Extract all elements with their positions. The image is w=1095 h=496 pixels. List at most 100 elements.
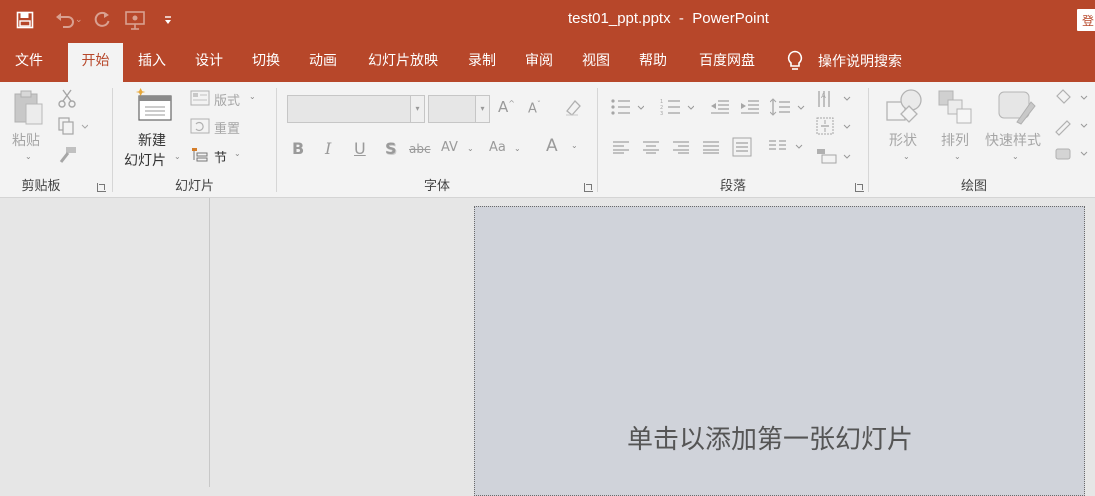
shadow-button[interactable]: S: [385, 139, 397, 158]
tab-insert[interactable]: 插入: [128, 40, 176, 82]
arrange-button[interactable]: 排列: [941, 130, 969, 150]
tab-transitions[interactable]: 切换: [242, 40, 290, 82]
tab-review[interactable]: 审阅: [515, 40, 563, 82]
shape-outline-icon[interactable]: [1053, 116, 1089, 136]
bold-button[interactable]: B: [292, 139, 304, 158]
reset-icon: [190, 118, 210, 138]
tab-animations[interactable]: 动画: [299, 40, 347, 82]
sign-in-button[interactable]: 登: [1077, 9, 1095, 31]
tab-baidu-netdisk[interactable]: 百度网盘: [690, 40, 764, 82]
group-label-paragraph: 段落: [719, 179, 746, 194]
quick-styles-dropdown-icon[interactable]: ⌄: [1012, 152, 1019, 161]
character-spacing-button[interactable]: AV: [441, 140, 458, 155]
font-name-combo[interactable]: ▾: [287, 95, 425, 123]
ribbon-tabs: 文件 开始 插入 设计 切换 动画 幻灯片放映 录制 审阅 视图 帮助 百度网盘…: [0, 40, 1095, 82]
new-slide-icon[interactable]: [135, 88, 175, 126]
ribbon-home: 粘贴 ⌄ 剪贴板 新建 幻灯片 ⌄ 版式 ⌄ 重置 节 ⌄ 幻灯片 ▾ ▾ A^…: [0, 82, 1095, 198]
group-label-clipboard: 剪贴板: [21, 179, 61, 194]
tab-record[interactable]: 录制: [458, 40, 506, 82]
format-painter-icon[interactable]: [58, 146, 78, 168]
paste-icon[interactable]: [12, 88, 46, 130]
new-slide-label-2[interactable]: 幻灯片: [124, 150, 166, 170]
font-dialog-launcher[interactable]: [584, 183, 593, 192]
reset-button[interactable]: 重置: [214, 118, 240, 137]
line-spacing-icon[interactable]: [770, 98, 806, 116]
clear-formatting-icon[interactable]: [563, 97, 583, 121]
slide-canvas[interactable]: 单击以添加第一张幻灯片: [474, 206, 1085, 496]
tab-file[interactable]: 文件: [4, 40, 54, 82]
change-case-button[interactable]: Aa: [489, 140, 506, 155]
shape-fill-icon[interactable]: [1053, 88, 1089, 108]
change-case-dropdown-icon[interactable]: ⌄: [514, 144, 521, 153]
arrange-dropdown-icon[interactable]: ⌄: [954, 152, 961, 161]
shape-effects-icon[interactable]: [1053, 144, 1089, 164]
font-color-dropdown-icon[interactable]: ⌄: [571, 141, 578, 150]
save-icon[interactable]: [12, 7, 38, 33]
group-paragraph: 123 A 段落: [598, 82, 868, 198]
new-slide-label-1[interactable]: 新建: [138, 130, 166, 150]
align-right-icon[interactable]: [672, 140, 690, 154]
text-direction-icon[interactable]: A: [816, 88, 852, 110]
window-title: test01_ppt.pptx - PowerPoint: [568, 10, 769, 27]
group-font: ▾ ▾ A^ Aˇ B I U S abc AV ⌄ Aa ⌄ A ⌄ 字体: [277, 82, 597, 198]
align-left-icon[interactable]: [612, 140, 630, 154]
font-size-combo[interactable]: ▾: [428, 95, 490, 123]
underline-button[interactable]: U: [354, 139, 366, 158]
cut-icon[interactable]: [58, 89, 76, 113]
tab-help[interactable]: 帮助: [629, 40, 677, 82]
new-slide-dropdown-icon[interactable]: ⌄: [174, 152, 181, 161]
svg-text:A: A: [821, 92, 826, 100]
arrange-icon[interactable]: [937, 89, 975, 125]
decrease-indent-icon[interactable]: [710, 99, 730, 115]
tell-me-label: 操作说明搜索: [818, 54, 902, 70]
customize-qat-icon[interactable]: [155, 7, 181, 33]
strikethrough-button[interactable]: abc: [409, 142, 431, 156]
quick-access-toolbar: ⌄: [0, 0, 181, 40]
slide-placeholder-text[interactable]: 单击以添加第一张幻灯片: [627, 419, 913, 456]
paste-dropdown-icon[interactable]: ⌄: [25, 152, 32, 161]
editor-workspace: 单击以添加第一张幻灯片: [0, 198, 1095, 496]
group-label-font: 字体: [423, 179, 450, 194]
quick-styles-icon[interactable]: [995, 88, 1039, 126]
tab-view[interactable]: 视图: [572, 40, 620, 82]
grow-font-icon[interactable]: A^: [498, 98, 515, 116]
quick-styles-button[interactable]: 快速样式: [985, 130, 1041, 150]
section-dropdown-icon[interactable]: ⌄: [234, 149, 241, 158]
convert-smartart-icon[interactable]: [816, 146, 852, 166]
paragraph-dialog-launcher[interactable]: [855, 183, 864, 192]
clipboard-dialog-launcher[interactable]: [97, 183, 106, 192]
columns-icon[interactable]: [768, 139, 804, 155]
font-name-dropdown-icon[interactable]: ▾: [410, 96, 424, 122]
redo-icon[interactable]: [89, 7, 115, 33]
present-from-start-icon[interactable]: [123, 7, 149, 33]
group-drawing: 形状 ⌄ 排列 ⌄ 快速样式 ⌄ 绘图: [869, 82, 1095, 198]
tab-home[interactable]: 开始: [68, 43, 123, 82]
layout-button[interactable]: 版式: [214, 90, 240, 109]
font-color-button[interactable]: A: [546, 136, 558, 156]
shapes-icon[interactable]: [885, 88, 925, 124]
tab-design[interactable]: 设计: [185, 40, 233, 82]
copy-icon[interactable]: [58, 117, 89, 139]
tab-slideshow[interactable]: 幻灯片放映: [360, 40, 446, 82]
increase-indent-icon[interactable]: [740, 99, 760, 115]
paste-label[interactable]: 粘贴: [12, 130, 40, 150]
shapes-button[interactable]: 形状: [889, 130, 917, 150]
section-button[interactable]: 节: [214, 147, 227, 166]
undo-dropdown-icon[interactable]: ⌄: [75, 15, 83, 25]
align-center-icon[interactable]: [642, 140, 660, 154]
layout-dropdown-icon[interactable]: ⌄: [249, 92, 256, 101]
shapes-dropdown-icon[interactable]: ⌄: [903, 152, 910, 161]
slide-thumbnail-pane[interactable]: [0, 198, 210, 487]
numbering-icon[interactable]: 123: [660, 98, 694, 116]
tell-me-search[interactable]: 操作说明搜索: [786, 40, 902, 82]
bullets-icon[interactable]: [610, 98, 644, 116]
layout-icon: [190, 90, 210, 110]
align-text-icon[interactable]: [816, 116, 852, 136]
character-spacing-dropdown-icon[interactable]: ⌄: [467, 144, 474, 153]
italic-button[interactable]: I: [325, 139, 331, 158]
title-bar: ⌄ test01_ppt.pptx - PowerPoint 登: [0, 0, 1095, 40]
justify-icon[interactable]: [702, 140, 720, 154]
font-size-dropdown-icon[interactable]: ▾: [475, 96, 489, 122]
distributed-icon[interactable]: [732, 137, 752, 157]
shrink-font-icon[interactable]: Aˇ: [528, 100, 541, 116]
